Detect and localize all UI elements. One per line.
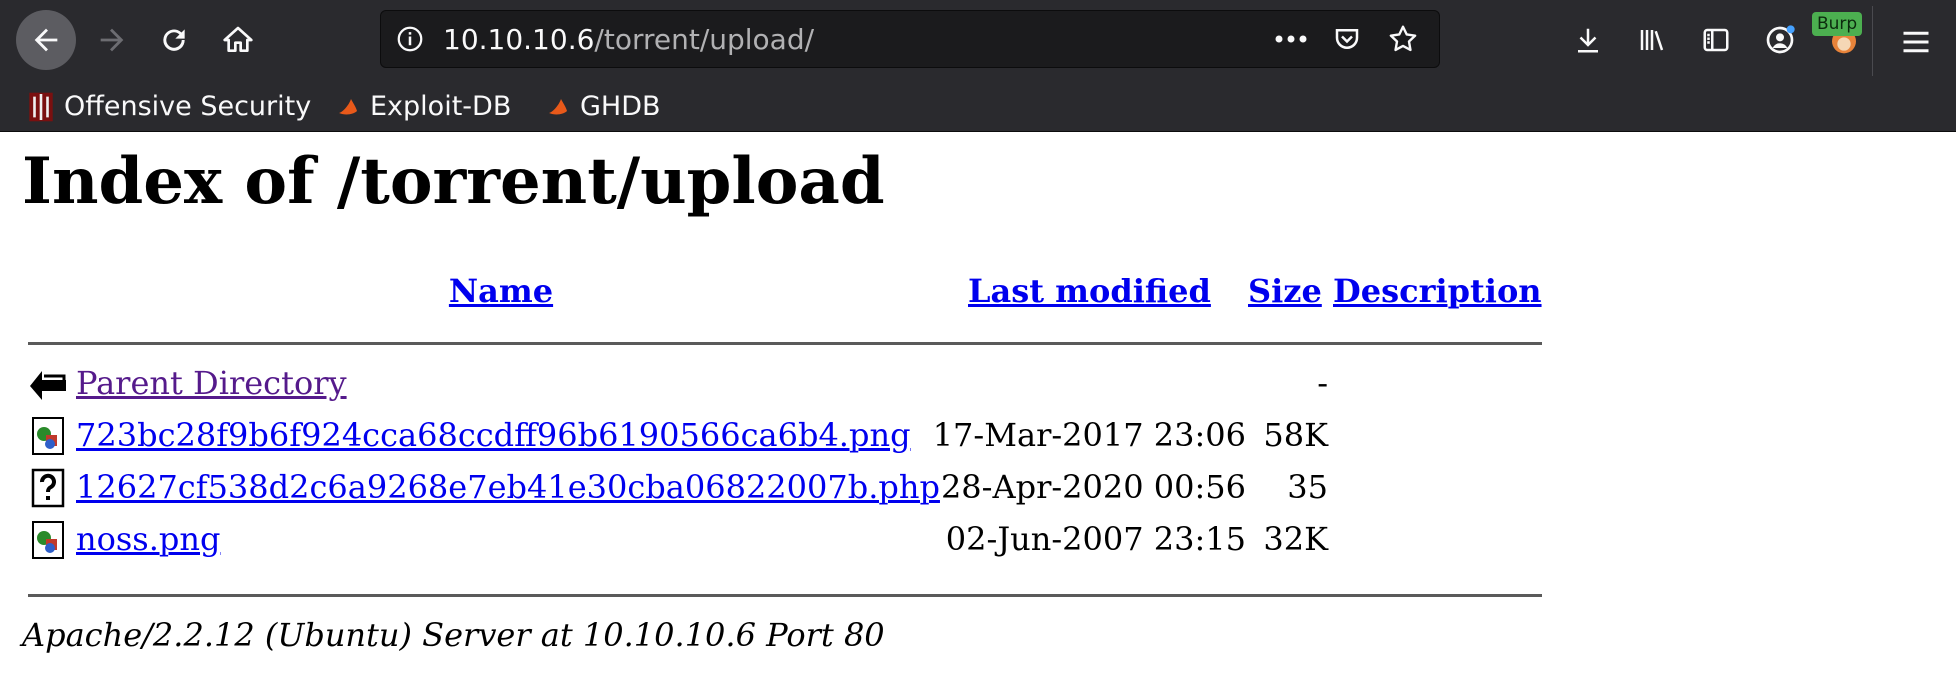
exploitdb-icon bbox=[339, 98, 357, 114]
file-size: - bbox=[1317, 364, 1328, 402]
directory-listing: Name Last modified Size Description Pare… bbox=[28, 272, 1542, 559]
bookmark-offensive-security[interactable]: Offensive Security bbox=[28, 82, 311, 131]
sort-by-name-link[interactable]: Name bbox=[28, 272, 974, 310]
hamburger-icon bbox=[1903, 31, 1929, 53]
file-size: 35 bbox=[1287, 468, 1328, 506]
footer-divider bbox=[28, 594, 1542, 597]
file-modified: 28-Apr-2020 00:56 bbox=[940, 468, 1246, 506]
bookmarks-toolbar: Offensive Security Exploit-DB GHDB bbox=[0, 82, 1956, 132]
arrow-right-icon bbox=[100, 28, 124, 52]
forward-button[interactable] bbox=[82, 10, 142, 70]
account-icon bbox=[1766, 25, 1795, 54]
image-file-icon bbox=[32, 417, 64, 455]
url-bar[interactable]: 10.10.10.6/torrent/upload/ bbox=[380, 10, 1440, 68]
page-actions-icon[interactable] bbox=[1269, 21, 1313, 57]
library-button[interactable] bbox=[1620, 18, 1684, 62]
list-item: noss.png 02-Jun-2007 23:15 32K bbox=[28, 516, 1542, 568]
list-item: Parent Directory - bbox=[28, 360, 1542, 412]
reload-button[interactable] bbox=[144, 10, 204, 70]
file-link[interactable]: 12627cf538d2c6a9268e7eb41e30cba06822007b… bbox=[76, 468, 940, 506]
list-item: 723bc28f9b6f924cca68ccdff96b6190566ca6b4… bbox=[28, 412, 1542, 464]
file-size: 58K bbox=[1263, 416, 1328, 454]
sort-by-description-link[interactable]: Description bbox=[1333, 272, 1542, 310]
unknown-file-icon bbox=[31, 468, 65, 508]
bookmark-ghdb[interactable]: GHDB bbox=[546, 82, 661, 131]
home-button[interactable] bbox=[208, 10, 268, 70]
file-modified: 02-Jun-2007 23:15 bbox=[945, 520, 1246, 558]
downloads-button[interactable] bbox=[1556, 18, 1620, 62]
bookmark-exploit-db[interactable]: Exploit-DB bbox=[336, 82, 511, 131]
header-divider bbox=[28, 342, 1542, 345]
arrow-left-icon bbox=[34, 28, 58, 52]
pocket-icon[interactable] bbox=[1325, 21, 1369, 57]
file-link[interactable]: 723bc28f9b6f924cca68ccdff96b6190566ca6b4… bbox=[76, 416, 911, 454]
offsec-icon bbox=[29, 92, 53, 121]
image-file-icon bbox=[32, 521, 64, 559]
page-content: Index of /torrent/upload Name Last modif… bbox=[0, 132, 1956, 684]
sort-by-size-link[interactable]: Size bbox=[1248, 272, 1322, 310]
burp-badge: Burp bbox=[1812, 12, 1863, 36]
page-title: Index of /torrent/upload bbox=[22, 144, 885, 219]
ghdb-icon bbox=[549, 98, 567, 114]
download-icon bbox=[1578, 28, 1598, 53]
file-size: 32K bbox=[1263, 520, 1328, 558]
back-arrow-icon bbox=[30, 371, 66, 400]
bookmark-label: Exploit-DB bbox=[370, 91, 512, 122]
library-icon bbox=[1640, 30, 1664, 51]
home-icon bbox=[223, 26, 253, 52]
account-button[interactable] bbox=[1748, 18, 1812, 62]
url-host: 10.10.10.6 bbox=[443, 23, 595, 56]
url-text[interactable]: 10.10.10.6/torrent/upload/ bbox=[443, 23, 814, 56]
sidebar-button[interactable] bbox=[1684, 18, 1748, 62]
menu-button[interactable] bbox=[1892, 20, 1940, 64]
file-modified: 17-Mar-2017 23:06 bbox=[932, 416, 1246, 454]
browser-toolbar: 10.10.10.6/torrent/upload/ Burp bbox=[0, 0, 1956, 82]
reload-icon bbox=[163, 29, 185, 51]
sort-by-modified-link[interactable]: Last modified bbox=[968, 272, 1211, 310]
bookmark-star-icon[interactable] bbox=[1381, 21, 1425, 57]
toolbar-divider bbox=[1872, 6, 1873, 76]
info-icon[interactable] bbox=[395, 24, 425, 61]
file-link[interactable]: noss.png bbox=[76, 520, 220, 558]
bookmark-label: Offensive Security bbox=[64, 91, 312, 122]
sidebar-icon bbox=[1703, 28, 1729, 52]
url-path: /torrent/upload/ bbox=[594, 23, 815, 56]
server-signature: Apache/2.2.12 (Ubuntu) Server at 10.10.1… bbox=[22, 616, 885, 654]
parent-directory-link[interactable]: Parent Directory bbox=[76, 364, 347, 402]
listing-header: Name Last modified Size Description bbox=[28, 272, 1542, 328]
bookmark-label: GHDB bbox=[580, 91, 661, 122]
list-item: 12627cf538d2c6a9268e7eb41e30cba06822007b… bbox=[28, 464, 1542, 516]
back-button[interactable] bbox=[16, 10, 76, 70]
